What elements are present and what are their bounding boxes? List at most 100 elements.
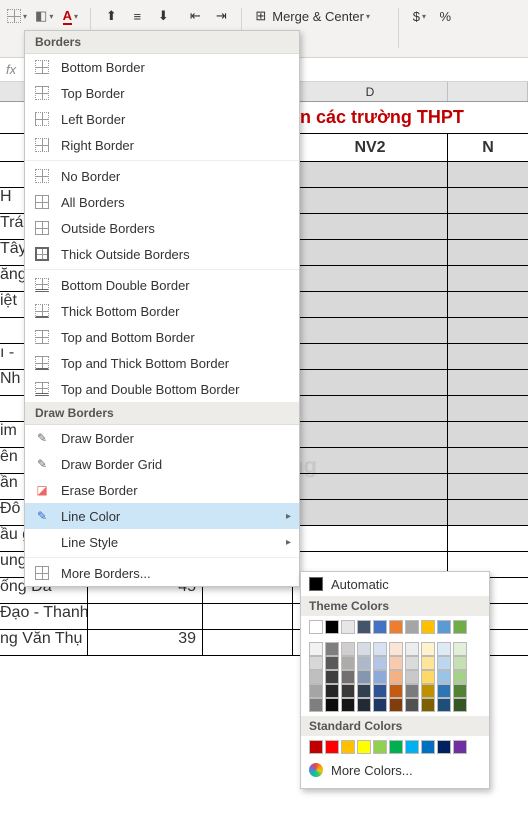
color-swatch[interactable] [421, 670, 435, 684]
color-swatch[interactable] [389, 740, 403, 754]
color-swatch[interactable] [453, 698, 467, 712]
color-swatch[interactable] [437, 656, 451, 670]
color-swatch[interactable] [405, 656, 419, 670]
color-swatch[interactable] [405, 620, 419, 634]
color-swatch[interactable] [405, 642, 419, 656]
color-swatch[interactable] [437, 670, 451, 684]
menu-line-style[interactable]: Line Style▸ [25, 529, 299, 555]
color-swatch[interactable] [325, 670, 339, 684]
color-swatch[interactable] [421, 656, 435, 670]
color-swatch[interactable] [389, 684, 403, 698]
menu-thick-bottom[interactable]: Thick Bottom Border [25, 298, 299, 324]
col-header-d[interactable]: D [293, 82, 448, 101]
color-swatch[interactable] [325, 620, 339, 634]
color-swatch[interactable] [421, 620, 435, 634]
menu-right-border[interactable]: Right Border [25, 132, 299, 158]
more-colors-button[interactable]: More Colors... [301, 758, 489, 782]
menu-top-bottom[interactable]: Top and Bottom Border [25, 324, 299, 350]
color-swatch[interactable] [389, 698, 403, 712]
color-swatch[interactable] [341, 656, 355, 670]
color-swatch[interactable] [437, 740, 451, 754]
color-swatch[interactable] [453, 642, 467, 656]
color-swatch[interactable] [453, 620, 467, 634]
color-swatch[interactable] [309, 698, 323, 712]
color-swatch[interactable] [389, 656, 403, 670]
menu-outside-borders[interactable]: Outside Borders [25, 215, 299, 241]
color-swatch[interactable] [357, 656, 371, 670]
color-swatch[interactable] [309, 740, 323, 754]
font-color-button[interactable]: A▾ [58, 4, 82, 28]
color-swatch[interactable] [405, 670, 419, 684]
color-swatch[interactable] [341, 620, 355, 634]
color-swatch[interactable] [309, 642, 323, 656]
color-swatch[interactable] [309, 620, 323, 634]
currency-button[interactable]: $▾ [407, 4, 431, 28]
color-automatic[interactable]: Automatic [301, 572, 489, 596]
color-swatch[interactable] [357, 684, 371, 698]
decrease-indent-button[interactable]: ⇤ [183, 4, 207, 28]
color-swatch[interactable] [341, 740, 355, 754]
color-swatch[interactable] [373, 684, 387, 698]
color-swatch[interactable] [421, 642, 435, 656]
menu-bottom-double[interactable]: Bottom Double Border [25, 272, 299, 298]
color-swatch[interactable] [437, 620, 451, 634]
color-swatch[interactable] [357, 642, 371, 656]
align-bottom-button[interactable]: ⬇ [151, 4, 175, 28]
color-swatch[interactable] [357, 620, 371, 634]
menu-top-border[interactable]: Top Border [25, 80, 299, 106]
fill-color-button[interactable]: ◧▾ [32, 4, 56, 28]
menu-erase-border[interactable]: ◪Erase Border [25, 477, 299, 503]
color-swatch[interactable] [325, 684, 339, 698]
color-swatch[interactable] [357, 670, 371, 684]
color-swatch[interactable] [309, 656, 323, 670]
menu-line-color[interactable]: ✎Line Color▸ [25, 503, 299, 529]
color-swatch[interactable] [325, 642, 339, 656]
color-swatch[interactable] [325, 656, 339, 670]
color-swatch[interactable] [389, 620, 403, 634]
color-swatch[interactable] [389, 642, 403, 656]
color-swatch[interactable] [341, 698, 355, 712]
menu-draw-grid[interactable]: ✎Draw Border Grid [25, 451, 299, 477]
menu-draw-border[interactable]: ✎Draw Border [25, 425, 299, 451]
menu-no-border[interactable]: No Border [25, 163, 299, 189]
menu-top-double-bottom[interactable]: Top and Double Bottom Border [25, 376, 299, 402]
color-swatch[interactable] [373, 740, 387, 754]
menu-top-thick-bottom[interactable]: Top and Thick Bottom Border [25, 350, 299, 376]
color-swatch[interactable] [437, 684, 451, 698]
color-swatch[interactable] [453, 684, 467, 698]
color-swatch[interactable] [341, 670, 355, 684]
merge-center-button[interactable]: ⊞ Merge & Center ▾ [250, 4, 390, 28]
color-swatch[interactable] [373, 620, 387, 634]
menu-left-border[interactable]: Left Border [25, 106, 299, 132]
color-swatch[interactable] [341, 684, 355, 698]
align-middle-button[interactable]: ≡ [125, 4, 149, 28]
color-swatch[interactable] [373, 656, 387, 670]
increase-indent-button[interactable]: ⇥ [209, 4, 233, 28]
menu-all-borders[interactable]: All Borders [25, 189, 299, 215]
menu-bottom-border[interactable]: Bottom Border [25, 54, 299, 80]
color-swatch[interactable] [453, 740, 467, 754]
color-swatch[interactable] [309, 684, 323, 698]
color-swatch[interactable] [325, 740, 339, 754]
color-swatch[interactable] [389, 670, 403, 684]
color-swatch[interactable] [373, 670, 387, 684]
borders-dropdown-button[interactable]: ▾ [4, 4, 30, 28]
color-swatch[interactable] [453, 656, 467, 670]
color-swatch[interactable] [325, 698, 339, 712]
color-swatch[interactable] [405, 684, 419, 698]
color-swatch[interactable] [373, 698, 387, 712]
color-swatch[interactable] [453, 670, 467, 684]
color-swatch[interactable] [357, 740, 371, 754]
menu-more-borders[interactable]: More Borders... [25, 560, 299, 586]
color-swatch[interactable] [421, 740, 435, 754]
color-swatch[interactable] [437, 698, 451, 712]
menu-thick-outside[interactable]: Thick Outside Borders [25, 241, 299, 267]
align-top-button[interactable]: ⬆ [99, 4, 123, 28]
percent-button[interactable]: % [433, 4, 457, 28]
color-swatch[interactable] [421, 698, 435, 712]
color-swatch[interactable] [357, 698, 371, 712]
color-swatch[interactable] [405, 740, 419, 754]
color-swatch[interactable] [373, 642, 387, 656]
color-swatch[interactable] [309, 670, 323, 684]
color-swatch[interactable] [437, 642, 451, 656]
